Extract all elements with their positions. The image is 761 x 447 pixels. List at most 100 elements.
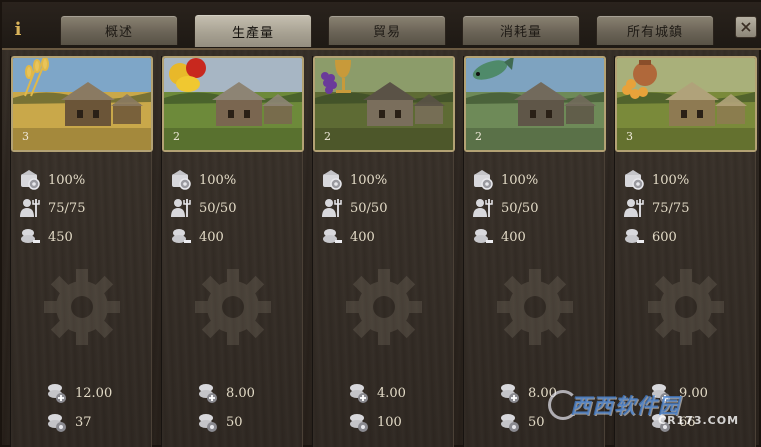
gear-icon bbox=[343, 266, 425, 352]
goods-column: 3 100% 75/75 450 12.00 37 bbox=[10, 56, 153, 447]
production-value: 450 bbox=[48, 229, 73, 245]
price-row: 8.00 bbox=[196, 382, 255, 404]
efficiency-row: 100% bbox=[623, 169, 689, 191]
building-count-value: 2 bbox=[324, 130, 331, 143]
workers-row: 50/50 bbox=[170, 197, 236, 219]
watermark-logo: 西西软件园 CR173.COM bbox=[548, 384, 758, 444]
efficiency-icon bbox=[472, 169, 501, 191]
workers-icon bbox=[170, 197, 199, 219]
building-count: 2 bbox=[321, 130, 331, 143]
goods-column: 2 100% 50/50 400 8.00 50 bbox=[161, 56, 304, 447]
workers-icon bbox=[19, 197, 48, 219]
stock-icon bbox=[196, 411, 226, 433]
workers-value: 50/50 bbox=[199, 200, 237, 216]
building-count: 2 bbox=[472, 130, 482, 143]
building-count: 3 bbox=[19, 130, 29, 143]
fish-icon bbox=[468, 58, 604, 88]
production-row: 400 bbox=[321, 226, 375, 248]
price-icon bbox=[498, 382, 528, 404]
building-count: 2 bbox=[170, 130, 180, 143]
stock-value: 100 bbox=[377, 414, 402, 430]
goods-picture[interactable]: 3 bbox=[615, 56, 757, 152]
wheat-icon bbox=[15, 58, 151, 100]
stock-icon bbox=[347, 411, 377, 433]
building-count-value: 3 bbox=[22, 130, 29, 143]
stock-value: 50 bbox=[226, 414, 243, 430]
watermark-subtext: CR173.COM bbox=[658, 414, 740, 427]
gear-icon bbox=[645, 266, 727, 352]
goods-picture[interactable]: 2 bbox=[313, 56, 455, 152]
price-value: 8.00 bbox=[226, 385, 255, 401]
efficiency-value: 100% bbox=[48, 172, 86, 188]
workers-row: 50/50 bbox=[321, 197, 387, 219]
tab-trade[interactable]: 貿易 bbox=[328, 15, 446, 45]
workers-value: 75/75 bbox=[48, 200, 86, 216]
efficiency-row: 100% bbox=[472, 169, 538, 191]
price-row: 4.00 bbox=[347, 382, 406, 404]
production-icon bbox=[472, 226, 501, 248]
info-icon[interactable]: i bbox=[8, 16, 28, 42]
efficiency-row: 100% bbox=[170, 169, 236, 191]
workers-value: 50/50 bbox=[350, 200, 388, 216]
tab-bar: i 概述 生產量 貿易 消耗量 所有城鎮 × bbox=[2, 2, 761, 50]
production-row: 400 bbox=[170, 226, 224, 248]
price-value: 12.00 bbox=[75, 385, 113, 401]
production-value: 400 bbox=[199, 229, 224, 245]
gear-icon bbox=[192, 266, 274, 352]
tab-overview[interactable]: 概述 bbox=[60, 15, 178, 45]
stock-value: 37 bbox=[75, 414, 92, 430]
stock-row: 50 bbox=[498, 411, 545, 433]
tab-production[interactable]: 生產量 bbox=[194, 14, 312, 47]
building-count-value: 2 bbox=[173, 130, 180, 143]
efficiency-icon bbox=[623, 169, 652, 191]
goods-picture[interactable]: 3 bbox=[11, 56, 153, 152]
efficiency-value: 100% bbox=[501, 172, 539, 188]
efficiency-icon bbox=[321, 169, 350, 191]
building-count-value: 3 bbox=[626, 130, 633, 143]
fruit-icon bbox=[166, 58, 302, 96]
stock-icon bbox=[498, 411, 528, 433]
stock-row: 37 bbox=[45, 411, 92, 433]
efficiency-icon bbox=[170, 169, 199, 191]
gear-icon bbox=[494, 266, 576, 352]
stock-row: 100 bbox=[347, 411, 402, 433]
gear-icon bbox=[41, 266, 123, 352]
efficiency-icon bbox=[19, 169, 48, 191]
workers-value: 75/75 bbox=[652, 200, 690, 216]
workers-icon bbox=[472, 197, 501, 219]
workers-icon bbox=[321, 197, 350, 219]
efficiency-row: 100% bbox=[19, 169, 85, 191]
goods-column: 2 100% 50/50 400 4.00 100 bbox=[312, 56, 455, 447]
production-value: 600 bbox=[652, 229, 677, 245]
goods-picture[interactable]: 2 bbox=[162, 56, 304, 152]
production-icon bbox=[19, 226, 48, 248]
price-value: 4.00 bbox=[377, 385, 406, 401]
wine-icon bbox=[317, 58, 453, 100]
production-value: 400 bbox=[350, 229, 375, 245]
production-icon bbox=[623, 226, 652, 248]
efficiency-value: 100% bbox=[350, 172, 388, 188]
efficiency-value: 100% bbox=[199, 172, 237, 188]
price-icon bbox=[45, 382, 75, 404]
workers-icon bbox=[623, 197, 652, 219]
production-icon bbox=[321, 226, 350, 248]
workers-value: 50/50 bbox=[501, 200, 539, 216]
production-icon bbox=[170, 226, 199, 248]
stock-icon bbox=[45, 411, 75, 433]
tab-consumption[interactable]: 消耗量 bbox=[462, 15, 580, 45]
production-row: 450 bbox=[19, 226, 73, 248]
close-button[interactable]: × bbox=[735, 16, 757, 38]
goods-picture[interactable]: 2 bbox=[464, 56, 606, 152]
price-icon bbox=[196, 382, 226, 404]
production-row: 400 bbox=[472, 226, 526, 248]
workers-row: 75/75 bbox=[19, 197, 85, 219]
efficiency-value: 100% bbox=[652, 172, 690, 188]
production-row: 600 bbox=[623, 226, 677, 248]
honey-icon bbox=[619, 58, 755, 102]
stock-row: 50 bbox=[196, 411, 243, 433]
building-count-value: 2 bbox=[475, 130, 482, 143]
efficiency-row: 100% bbox=[321, 169, 387, 191]
production-value: 400 bbox=[501, 229, 526, 245]
tab-all-towns[interactable]: 所有城鎮 bbox=[596, 15, 714, 45]
workers-row: 75/75 bbox=[623, 197, 689, 219]
